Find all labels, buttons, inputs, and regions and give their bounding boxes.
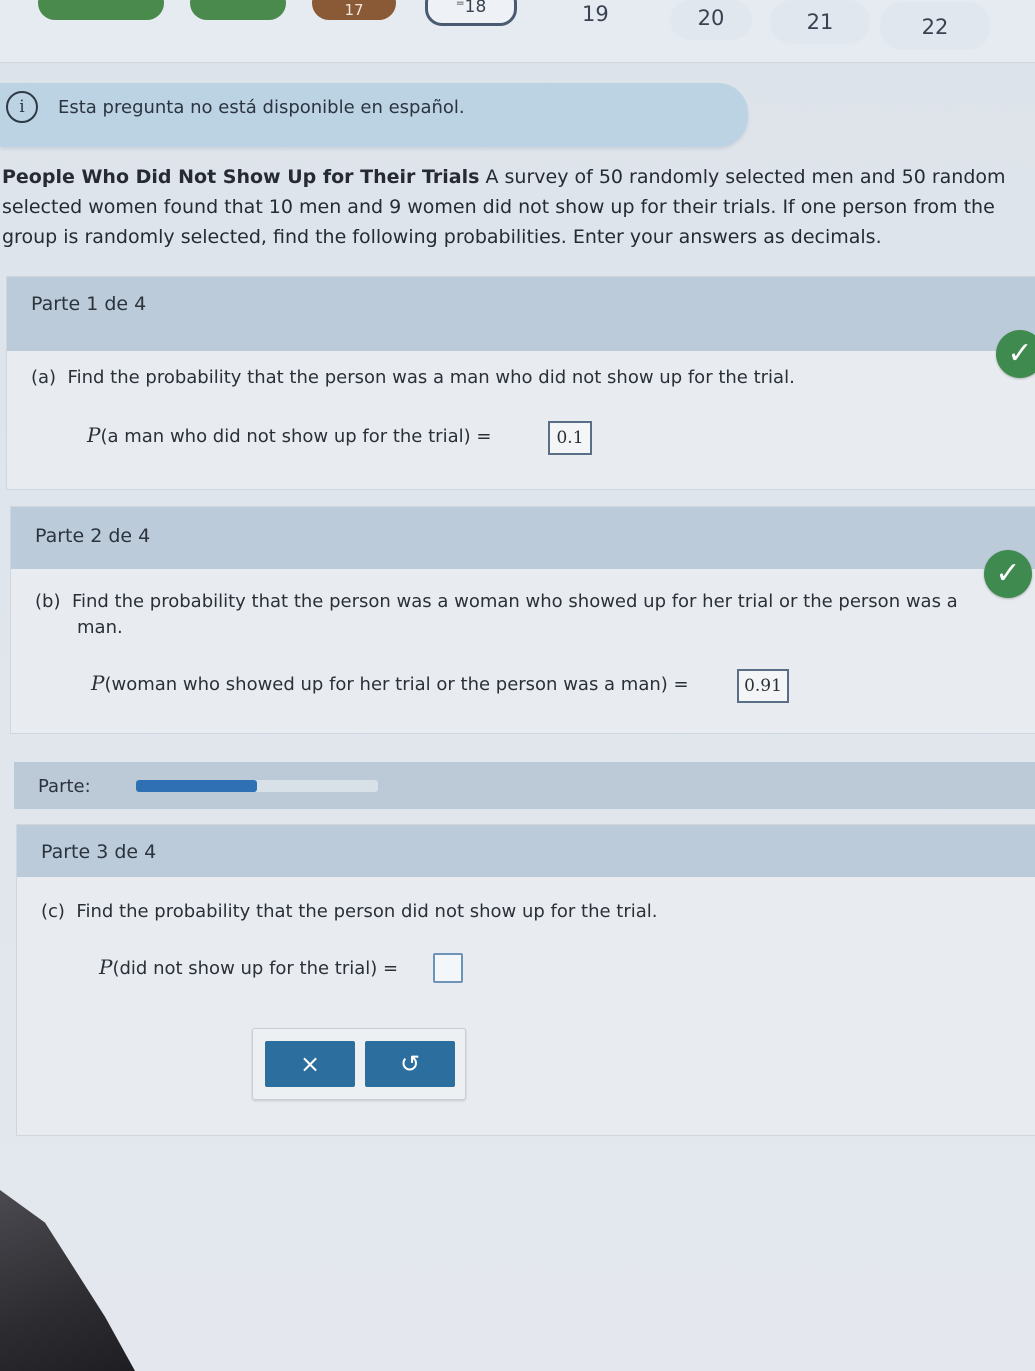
progress-row: Parte: xyxy=(14,762,1035,809)
progress-label: Parte: xyxy=(38,776,91,797)
part-1-equation-text: (a man who did not show up for the trial… xyxy=(100,426,492,447)
question-number[interactable]: 22 xyxy=(880,2,990,50)
question-pill-partial[interactable]: 17 xyxy=(312,0,396,20)
part-1-question: (a) Find the probability that the person… xyxy=(31,365,795,391)
problem-statement: People Who Did Not Show Up for Their Tri… xyxy=(2,162,1032,252)
part-3-letter: (c) xyxy=(41,901,65,922)
question-pill-answered[interactable] xyxy=(38,0,164,20)
part-3-header xyxy=(17,825,1035,877)
part-3-equation: P(did not show up for the trial) = xyxy=(99,955,398,979)
part-2-header xyxy=(11,507,1035,569)
language-notice-banner: i Esta pregunta no está disponible en es… xyxy=(0,83,748,147)
problem-title: People Who Did Not Show Up for Their Tri… xyxy=(2,166,480,188)
part-1-title: Parte 1 de 4 xyxy=(31,293,147,315)
part-1-letter: (a) xyxy=(31,367,57,388)
undo-button[interactable]: ↺ xyxy=(365,1041,455,1087)
info-icon: i xyxy=(6,91,38,123)
question-pill-answered[interactable] xyxy=(190,0,286,20)
part-2-equation-text: (woman who showed up for her trial or th… xyxy=(104,674,689,695)
p-symbol: P xyxy=(87,423,101,447)
part-3-question: (c) Find the probability that the person… xyxy=(41,899,658,925)
problem-text-line1: A survey of 50 randomly selected men and… xyxy=(479,166,1006,188)
photo-shadow xyxy=(0,1190,135,1371)
part-3-title: Parte 3 de 4 xyxy=(41,841,157,863)
clear-button[interactable]: × xyxy=(265,1041,355,1087)
question-number[interactable]: 21 xyxy=(770,0,870,44)
progress-bar-fill xyxy=(136,780,257,792)
part-1-card: Parte 1 de 4 (a) Find the probability th… xyxy=(6,276,1035,490)
part-3-answer-input[interactable] xyxy=(433,953,463,983)
part-1-equation: P(a man who did not show up for the tria… xyxy=(87,423,491,447)
p-symbol: P xyxy=(91,671,105,695)
check-icon: ✓ xyxy=(984,550,1032,598)
question-pill-label: 17 xyxy=(344,1,364,19)
banner-text: Esta pregunta no está disponible en espa… xyxy=(58,97,465,118)
progress-bar xyxy=(136,780,378,792)
part-2-title: Parte 2 de 4 xyxy=(35,525,151,547)
answer-actions: × ↺ xyxy=(252,1028,466,1100)
problem-text-line3: group is randomly selected, find the fol… xyxy=(2,226,882,248)
part-2-card: Parte 2 de 4 (b) Find the probability th… xyxy=(10,506,1035,734)
part-1-answer-box[interactable]: 0.1 xyxy=(548,421,592,455)
current-prefix: ⁼ xyxy=(455,0,465,17)
part-2-question-text-cont: man. xyxy=(77,617,123,638)
part-2-letter: (b) xyxy=(35,591,61,612)
question-pill-current[interactable]: ⁼18 xyxy=(425,0,517,26)
part-3-card: Parte 3 de 4 (c) Find the probability th… xyxy=(16,824,1035,1136)
question-number[interactable]: 19 xyxy=(582,2,609,26)
current-question-label: 18 xyxy=(464,0,487,17)
part-2-equation: P(woman who showed up for her trial or t… xyxy=(91,671,689,695)
question-nav: 17 ⁼18 19 20 21 22 xyxy=(0,0,1035,63)
part-1-header xyxy=(7,277,1035,351)
p-symbol: P xyxy=(99,955,113,979)
part-2-question-text: Find the probability that the person was… xyxy=(71,591,958,612)
part-2-question: (b) Find the probability that the person… xyxy=(35,589,1025,641)
part-2-answer-box[interactable]: 0.91 xyxy=(737,669,789,703)
part-3-equation-text: (did not show up for the trial) = xyxy=(112,958,399,979)
problem-text-line2: selected women found that 10 men and 9 w… xyxy=(2,196,995,218)
question-number[interactable]: 20 xyxy=(670,0,752,40)
part-1-question-text: Find the probability that the person was… xyxy=(67,367,795,388)
part-3-question-text: Find the probability that the person did… xyxy=(76,901,658,922)
